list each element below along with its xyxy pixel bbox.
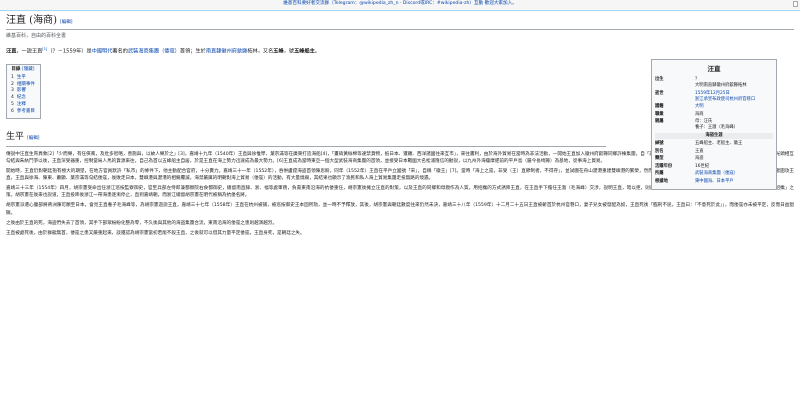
toc-number: 4 <box>11 95 14 101</box>
infobox-value: 16世紀 <box>695 163 710 169</box>
table-of-contents: 目錄 [隱藏] 1 生平 2 相關事件 3 影響 4 紀念 5 注釋 6 參考書目 <box>6 64 41 120</box>
infobox-value: ？ 大明南直隸徽州府歙縣柘林 <box>695 77 747 89</box>
section-heading-text: 生平 <box>6 132 25 143</box>
infobox-row: 所屬 武裝海商集團（倭寇） <box>655 171 773 177</box>
lead-text: ，一說王直 <box>16 48 43 55</box>
lead-paragraph: 汪直，一說王直[1]（？－1559年）是中國明代著名的武裝海商集團（倭寇）首領；… <box>6 47 794 57</box>
body-paragraph: 胡宗憲派遣心腹部將蔣洲陳可願至日本，會見王直養子毛海峰等，為胡宗憲遊說王直，嘉靖… <box>6 203 794 216</box>
toc-item[interactable]: 6 參考書目 <box>11 109 35 116</box>
infobox-value[interactable]: 1559年12月25日 浙江承宣布政使司杭州府官巷口 <box>695 91 773 103</box>
toc-link[interactable]: 生平 <box>17 75 26 80</box>
body-paragraph: 王直被處死後，由於群龍無首，倭寇之患又嚴重起來，談遷認為胡宗憲當初若能不殺王直，… <box>6 230 305 236</box>
lead-text: 柘林，又名 <box>247 48 274 55</box>
toc-number: 1 <box>11 74 14 80</box>
site-subtitle: 維基百科，自由的百科全書 <box>6 33 67 39</box>
section-edit-link[interactable]: [編輯] <box>27 136 40 141</box>
toc-link[interactable]: 紀念 <box>17 95 26 100</box>
infobox-row: 活躍年份 16世紀 <box>655 164 773 170</box>
toc-number: 6 <box>11 108 14 114</box>
toc-number: 2 <box>11 81 14 87</box>
body-paragraph: 之後由於王直的死，海盜們失去了首領，其手下部眾紛紛化整為零，不久後與其他的海盜集… <box>6 220 278 226</box>
infobox-value: 海盜 <box>695 156 704 162</box>
infobox-label: 親屬 <box>655 119 664 125</box>
infobox-label: 活躍年份 <box>655 163 673 169</box>
toc-item[interactable]: 1 生平 <box>11 75 35 82</box>
infobox-row: 綽號 五峰船主、老船主、徽王 <box>655 141 773 147</box>
infobox-row: 類型 海盜 <box>655 156 773 162</box>
page-title: 汪直 (海商) [編輯] <box>6 14 794 30</box>
infobox-label: 逝世 <box>655 90 664 96</box>
toc-number: 5 <box>11 101 14 107</box>
lead-text: 著名的 <box>112 48 128 55</box>
infobox-label: 所屬 <box>655 171 664 177</box>
infobox-value[interactable]: 東中國海、日本平戶 <box>695 179 773 185</box>
toc-toggle-link[interactable]: [隱藏] <box>22 67 35 72</box>
infobox-value: 海商 <box>695 111 704 117</box>
infobox: 汪直 出生 ？ 大明南直隸徽州府歙縣柘林 逝世 1559年12月25日 浙江承宣布政… <box>651 59 777 191</box>
infobox-row: 別名 王直 <box>655 149 773 155</box>
site-notice: 維基百科要好者交流群（Telegram：@wikipedia_zh_n · Di… <box>0 0 800 10</box>
infobox-value: 王直 <box>695 148 704 154</box>
scrollbar-arrow-icon[interactable] <box>793 1 798 7</box>
title-edit-link[interactable]: [編輯] <box>60 20 73 25</box>
page: 維基百科要好者交流群（Telegram：@wikipedia_zh_n · Di… <box>0 0 800 409</box>
article-content: 汪直 (海商) [編輯] 維基百科，自由的百科全書 汪直，一說王直[1]（？－15… <box>0 10 800 409</box>
infobox-row: 親屬 母：汪氏 養子：王滶（毛海峰） <box>655 119 773 131</box>
lead-text: 首領；生於 <box>179 48 206 55</box>
infobox-label: 職業 <box>655 111 664 117</box>
infobox-row: 職業 海商 <box>655 112 773 118</box>
infobox-value[interactable]: 大明 <box>695 104 773 110</box>
toc-title-text: 目錄 <box>11 67 21 73</box>
infobox-row: 出生 ？ 大明南直隸徽州府歙縣柘林 <box>655 77 773 89</box>
toc-link[interactable]: 影響 <box>17 88 26 93</box>
infobox-row: 根據地 東中國海、日本平戶 <box>655 179 773 185</box>
infobox-title: 汪直 <box>707 65 721 73</box>
lead-text: 。 <box>314 48 321 55</box>
lead-name: 汪直 <box>6 48 17 55</box>
infobox-label: 綽號 <box>655 141 664 147</box>
infobox-value: 母：汪氏 養子：王滶（毛海峰） <box>695 119 738 131</box>
lead-alias: 五峰 <box>273 48 284 55</box>
infobox-row: 國籍 大明 <box>655 104 773 110</box>
lead-text: （？－1559年）是 <box>47 48 92 55</box>
infobox-label: 別名 <box>655 148 664 154</box>
infobox-row: 逝世 1559年12月25日 浙江承宣布政使司杭州府官巷口 <box>655 91 773 103</box>
infobox-label: 類型 <box>655 156 664 162</box>
lead-alias: 五峰船主 <box>294 48 315 55</box>
site-notice-text[interactable]: 維基百科要好者交流群（Telegram：@wikipedia_zh_n · Di… <box>283 1 517 6</box>
toc-item[interactable]: 5 注釋 <box>11 102 35 109</box>
infobox-subheading: 海盜生涯 <box>655 133 773 140</box>
link-pirate-group[interactable]: 武裝海商集團（倭寇） <box>128 48 180 54</box>
infobox-label: 國籍 <box>655 104 664 110</box>
toc-item[interactable]: 4 紀念 <box>11 95 35 102</box>
lead-text: ，號 <box>283 48 295 55</box>
infobox-value[interactable]: 武裝海商集團（倭寇） <box>695 171 773 177</box>
toc-link[interactable]: 相關事件 <box>17 82 35 87</box>
page-title-text: 汪直 (海商) <box>6 15 57 26</box>
toc-link[interactable]: 注釋 <box>17 102 26 107</box>
infobox-label: 根據地 <box>655 178 668 184</box>
toc-number: 3 <box>11 88 14 94</box>
infobox-value: 五峰船主、老船主、徽王 <box>695 141 743 147</box>
link-ming[interactable]: 中國明代 <box>92 48 113 54</box>
infobox-label: 出生 <box>655 77 664 83</box>
toc-title: 目錄 [隱藏] <box>11 67 35 74</box>
toc-link[interactable]: 參考書目 <box>17 109 35 114</box>
link-huizhou[interactable]: 南直隸徽州府歙縣 <box>206 48 248 54</box>
section-heading: 生平 [編輯] <box>6 131 606 147</box>
toc-list: 1 生平 2 相關事件 3 影響 4 紀念 5 注釋 6 參考書目 <box>11 75 35 116</box>
